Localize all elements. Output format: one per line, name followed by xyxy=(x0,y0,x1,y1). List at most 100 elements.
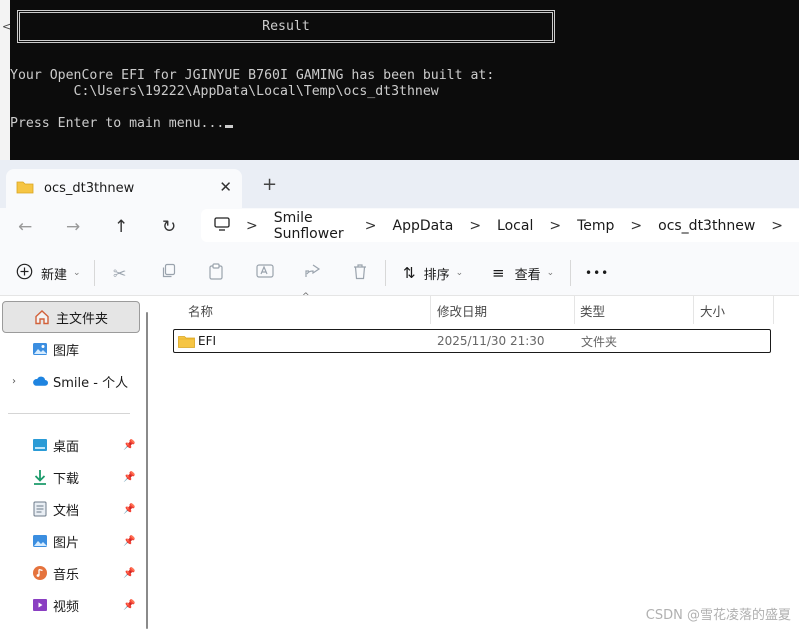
pin-icon[interactable]: 📌 xyxy=(123,568,135,579)
sidebar-item-gallery[interactable]: 图库 xyxy=(0,333,140,365)
sidebar-item-onedrive[interactable]: › Smile - 个人 xyxy=(0,365,140,397)
new-tab-button[interactable]: + xyxy=(262,174,277,195)
home-icon xyxy=(34,309,50,325)
gallery-icon xyxy=(32,341,48,357)
pin-icon[interactable]: 📌 xyxy=(123,504,135,515)
desktop-icon xyxy=(32,437,48,453)
background-window-edge: < xyxy=(0,0,11,160)
breadcrumb: > Smile Sunflower > AppData > Local > Te… xyxy=(201,209,799,242)
file-list: ^ 名称 修改日期 类型 大小 EFI 2025/11/30 21:30 文件夹 xyxy=(155,292,799,629)
share-button[interactable] xyxy=(304,250,321,296)
breadcrumb-separator[interactable]: > xyxy=(365,218,377,234)
sidebar-item-documents[interactable]: 文档 📌 xyxy=(0,493,140,525)
pin-icon[interactable]: 📌 xyxy=(123,536,135,547)
pin-icon[interactable]: 📌 xyxy=(123,600,135,611)
sidebar-item-home[interactable]: 主文件夹 xyxy=(2,301,140,333)
copy-button[interactable] xyxy=(161,250,177,296)
tab-title: ocs_dt3thnew xyxy=(44,181,135,196)
breadcrumb-separator[interactable]: > xyxy=(771,218,783,234)
column-divider[interactable] xyxy=(574,296,575,324)
more-options-icon[interactable]: ••• xyxy=(585,250,609,296)
file-explorer-window: ocs_dt3thnew ✕ + ← → ↑ ↻ > Smile Sunflow… xyxy=(0,160,799,629)
pin-icon[interactable]: 📌 xyxy=(123,472,135,483)
sidebar-item-desktop[interactable]: 桌面 📌 xyxy=(0,429,140,461)
view-list-icon: ≡ xyxy=(492,264,505,282)
sidebar-item-pictures[interactable]: 图片 📌 xyxy=(0,525,140,557)
file-modified: 2025/11/30 21:30 xyxy=(437,334,545,348)
breadcrumb-separator[interactable]: > xyxy=(469,218,481,234)
sort-button[interactable]: ⇅ 排序 ⌄ xyxy=(403,250,463,296)
column-header-name[interactable]: 名称 xyxy=(188,296,213,324)
chevron-down-icon: ⌄ xyxy=(455,268,464,278)
sidebar-item-label: 下载 xyxy=(53,471,80,487)
sidebar-scrollbar[interactable] xyxy=(146,312,148,629)
toolbar-divider xyxy=(385,260,386,286)
result-header-box: Result xyxy=(17,10,555,43)
table-row[interactable]: EFI 2025/11/30 21:30 文件夹 xyxy=(173,329,771,353)
back-arrow-icon[interactable]: ← xyxy=(18,217,32,237)
cut-button[interactable]: ✂ xyxy=(113,250,126,296)
column-divider[interactable] xyxy=(693,296,694,324)
forward-arrow-icon[interactable]: → xyxy=(66,217,80,237)
file-type: 文件夹 xyxy=(581,334,618,349)
address-bar[interactable]: > Smile Sunflower > AppData > Local > Te… xyxy=(201,209,799,242)
pin-icon[interactable]: 📌 xyxy=(123,440,135,451)
music-icon xyxy=(32,565,48,581)
tab-ocs-dt3thnew[interactable]: ocs_dt3thnew ✕ xyxy=(6,169,242,208)
rename-icon xyxy=(256,263,274,283)
share-icon xyxy=(304,263,321,283)
breadcrumb-appdata[interactable]: AppData xyxy=(393,218,454,234)
breadcrumb-smile-sunflower[interactable]: Smile Sunflower xyxy=(274,210,349,242)
view-button[interactable]: ≡ 查看 ⌄ xyxy=(492,250,554,296)
video-icon xyxy=(32,597,48,613)
watermark: CSDN @雪花凌落的盛夏 xyxy=(645,608,791,623)
sidebar-item-label: 文档 xyxy=(53,503,80,519)
breadcrumb-separator[interactable]: > xyxy=(549,218,561,234)
paste-button[interactable] xyxy=(208,250,224,296)
breadcrumb-temp[interactable]: Temp xyxy=(577,218,614,234)
breadcrumb-local[interactable]: Local xyxy=(497,218,533,234)
pictures-icon xyxy=(32,533,48,549)
onedrive-icon xyxy=(32,373,48,389)
console-window: Result Your OpenCore EFI for JGINYUE B76… xyxy=(10,0,799,160)
breadcrumb-separator[interactable]: > xyxy=(246,218,258,234)
sidebar-item-downloads[interactable]: 下载 📌 xyxy=(0,461,140,493)
sidebar-item-music[interactable]: 音乐 📌 xyxy=(0,557,140,589)
folder-icon xyxy=(178,330,195,352)
chevron-down-icon: ⌄ xyxy=(546,268,555,278)
sort-icon: ⇅ xyxy=(403,264,416,282)
navigation-bar: ← → ↑ ↻ > Smile Sunflower > AppData > Lo… xyxy=(0,208,799,250)
trash-icon xyxy=(352,263,368,284)
close-tab-icon[interactable]: ✕ xyxy=(219,178,232,196)
column-divider[interactable] xyxy=(430,296,431,324)
new-button[interactable]: 新建 ⌄ xyxy=(16,250,81,296)
rename-button[interactable] xyxy=(256,250,274,296)
sidebar-item-label: 图片 xyxy=(53,535,80,551)
column-header-modified[interactable]: 修改日期 xyxy=(437,296,487,324)
breadcrumb-separator[interactable]: > xyxy=(630,218,642,234)
new-button-label: 新建 xyxy=(41,267,68,283)
sidebar-item-label: 主文件夹 xyxy=(56,311,109,327)
up-arrow-icon[interactable]: ↑ xyxy=(114,217,128,237)
command-bar: 新建 ⌄ ✂ ⇅ 排序 ⌄ ≡ 查看 ⌄ ••• xyxy=(0,250,799,296)
copy-icon xyxy=(161,263,177,283)
expand-chevron-icon[interactable]: › xyxy=(12,376,16,387)
sidebar-item-label: 图库 xyxy=(53,343,80,359)
view-button-label: 查看 xyxy=(514,267,541,283)
delete-button[interactable] xyxy=(352,250,368,296)
console-prompt-text: Press Enter to main menu... xyxy=(10,116,225,131)
column-divider[interactable] xyxy=(773,296,774,324)
sidebar-divider xyxy=(8,413,130,414)
computer-icon[interactable] xyxy=(214,216,230,235)
chevron-down-icon: ⌄ xyxy=(73,268,81,278)
column-header-size[interactable]: 大小 xyxy=(700,296,725,324)
refresh-icon[interactable]: ↻ xyxy=(162,217,176,237)
sidebar-item-label: 视频 xyxy=(53,599,80,615)
breadcrumb-ocs-dt3thnew[interactable]: ocs_dt3thnew xyxy=(658,218,755,234)
sidebar-item-label: 桌面 xyxy=(53,439,80,455)
sidebar-item-videos[interactable]: 视频 📌 xyxy=(0,589,140,621)
folder-icon xyxy=(16,179,34,198)
plus-circle-icon xyxy=(16,263,33,284)
file-name: EFI xyxy=(198,334,217,348)
column-header-type[interactable]: 类型 xyxy=(580,296,605,324)
